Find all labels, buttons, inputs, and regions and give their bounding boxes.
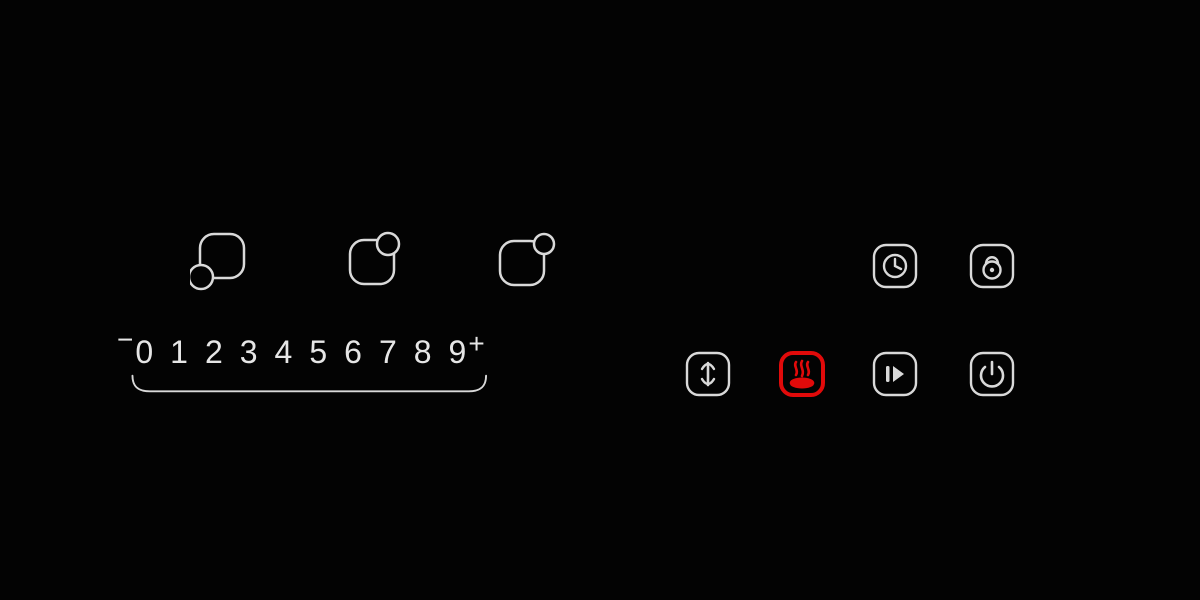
power-level-7[interactable]: 7 <box>379 336 397 368</box>
power-level-numbers[interactable]: 0 1 2 3 4 5 6 7 8 9 <box>135 336 466 368</box>
zone-rear-right-b-icon <box>494 230 556 292</box>
slider-plus-icon: + <box>468 330 484 358</box>
power-level-5[interactable]: 5 <box>309 336 327 368</box>
power-level-9[interactable]: 9 <box>449 336 467 368</box>
clock-icon <box>870 241 920 291</box>
power-level-8[interactable]: 8 <box>414 336 432 368</box>
zone-selector-row <box>190 230 556 292</box>
cooktop-control-panel: − 0 1 2 3 4 5 6 7 8 9 + <box>0 0 1200 600</box>
zone-rear-right-b-button[interactable] <box>494 230 556 292</box>
power-level-1[interactable]: 1 <box>170 336 188 368</box>
power-slider-row: − 0 1 2 3 4 5 6 7 8 9 + <box>117 336 555 368</box>
power-button[interactable] <box>967 349 1017 399</box>
zone-rear-right-a-icon <box>342 230 404 292</box>
play-next-icon <box>870 349 920 399</box>
steam-icon <box>777 349 827 399</box>
power-level-4[interactable]: 4 <box>275 336 293 368</box>
power-slider[interactable]: − 0 1 2 3 4 5 6 7 8 9 + <box>117 336 555 368</box>
power-icon <box>967 349 1017 399</box>
boost-button[interactable] <box>683 349 733 399</box>
boost-icon <box>683 349 733 399</box>
timer-button[interactable] <box>870 241 920 291</box>
power-level-6[interactable]: 6 <box>344 336 362 368</box>
lock-button[interactable] <box>967 241 1017 291</box>
zone-rear-right-a-button[interactable] <box>342 230 404 292</box>
slider-track-icon <box>129 374 490 400</box>
keep-warm-button[interactable] <box>777 349 827 399</box>
power-level-2[interactable]: 2 <box>205 336 223 368</box>
slider-minus-icon: − <box>117 326 133 354</box>
power-level-3[interactable]: 3 <box>240 336 258 368</box>
play-pause-button[interactable] <box>870 349 920 399</box>
lock-icon <box>967 241 1017 291</box>
zone-front-left-button[interactable] <box>190 230 252 292</box>
power-level-0[interactable]: 0 <box>135 336 153 368</box>
zone-front-left-icon <box>190 230 252 292</box>
